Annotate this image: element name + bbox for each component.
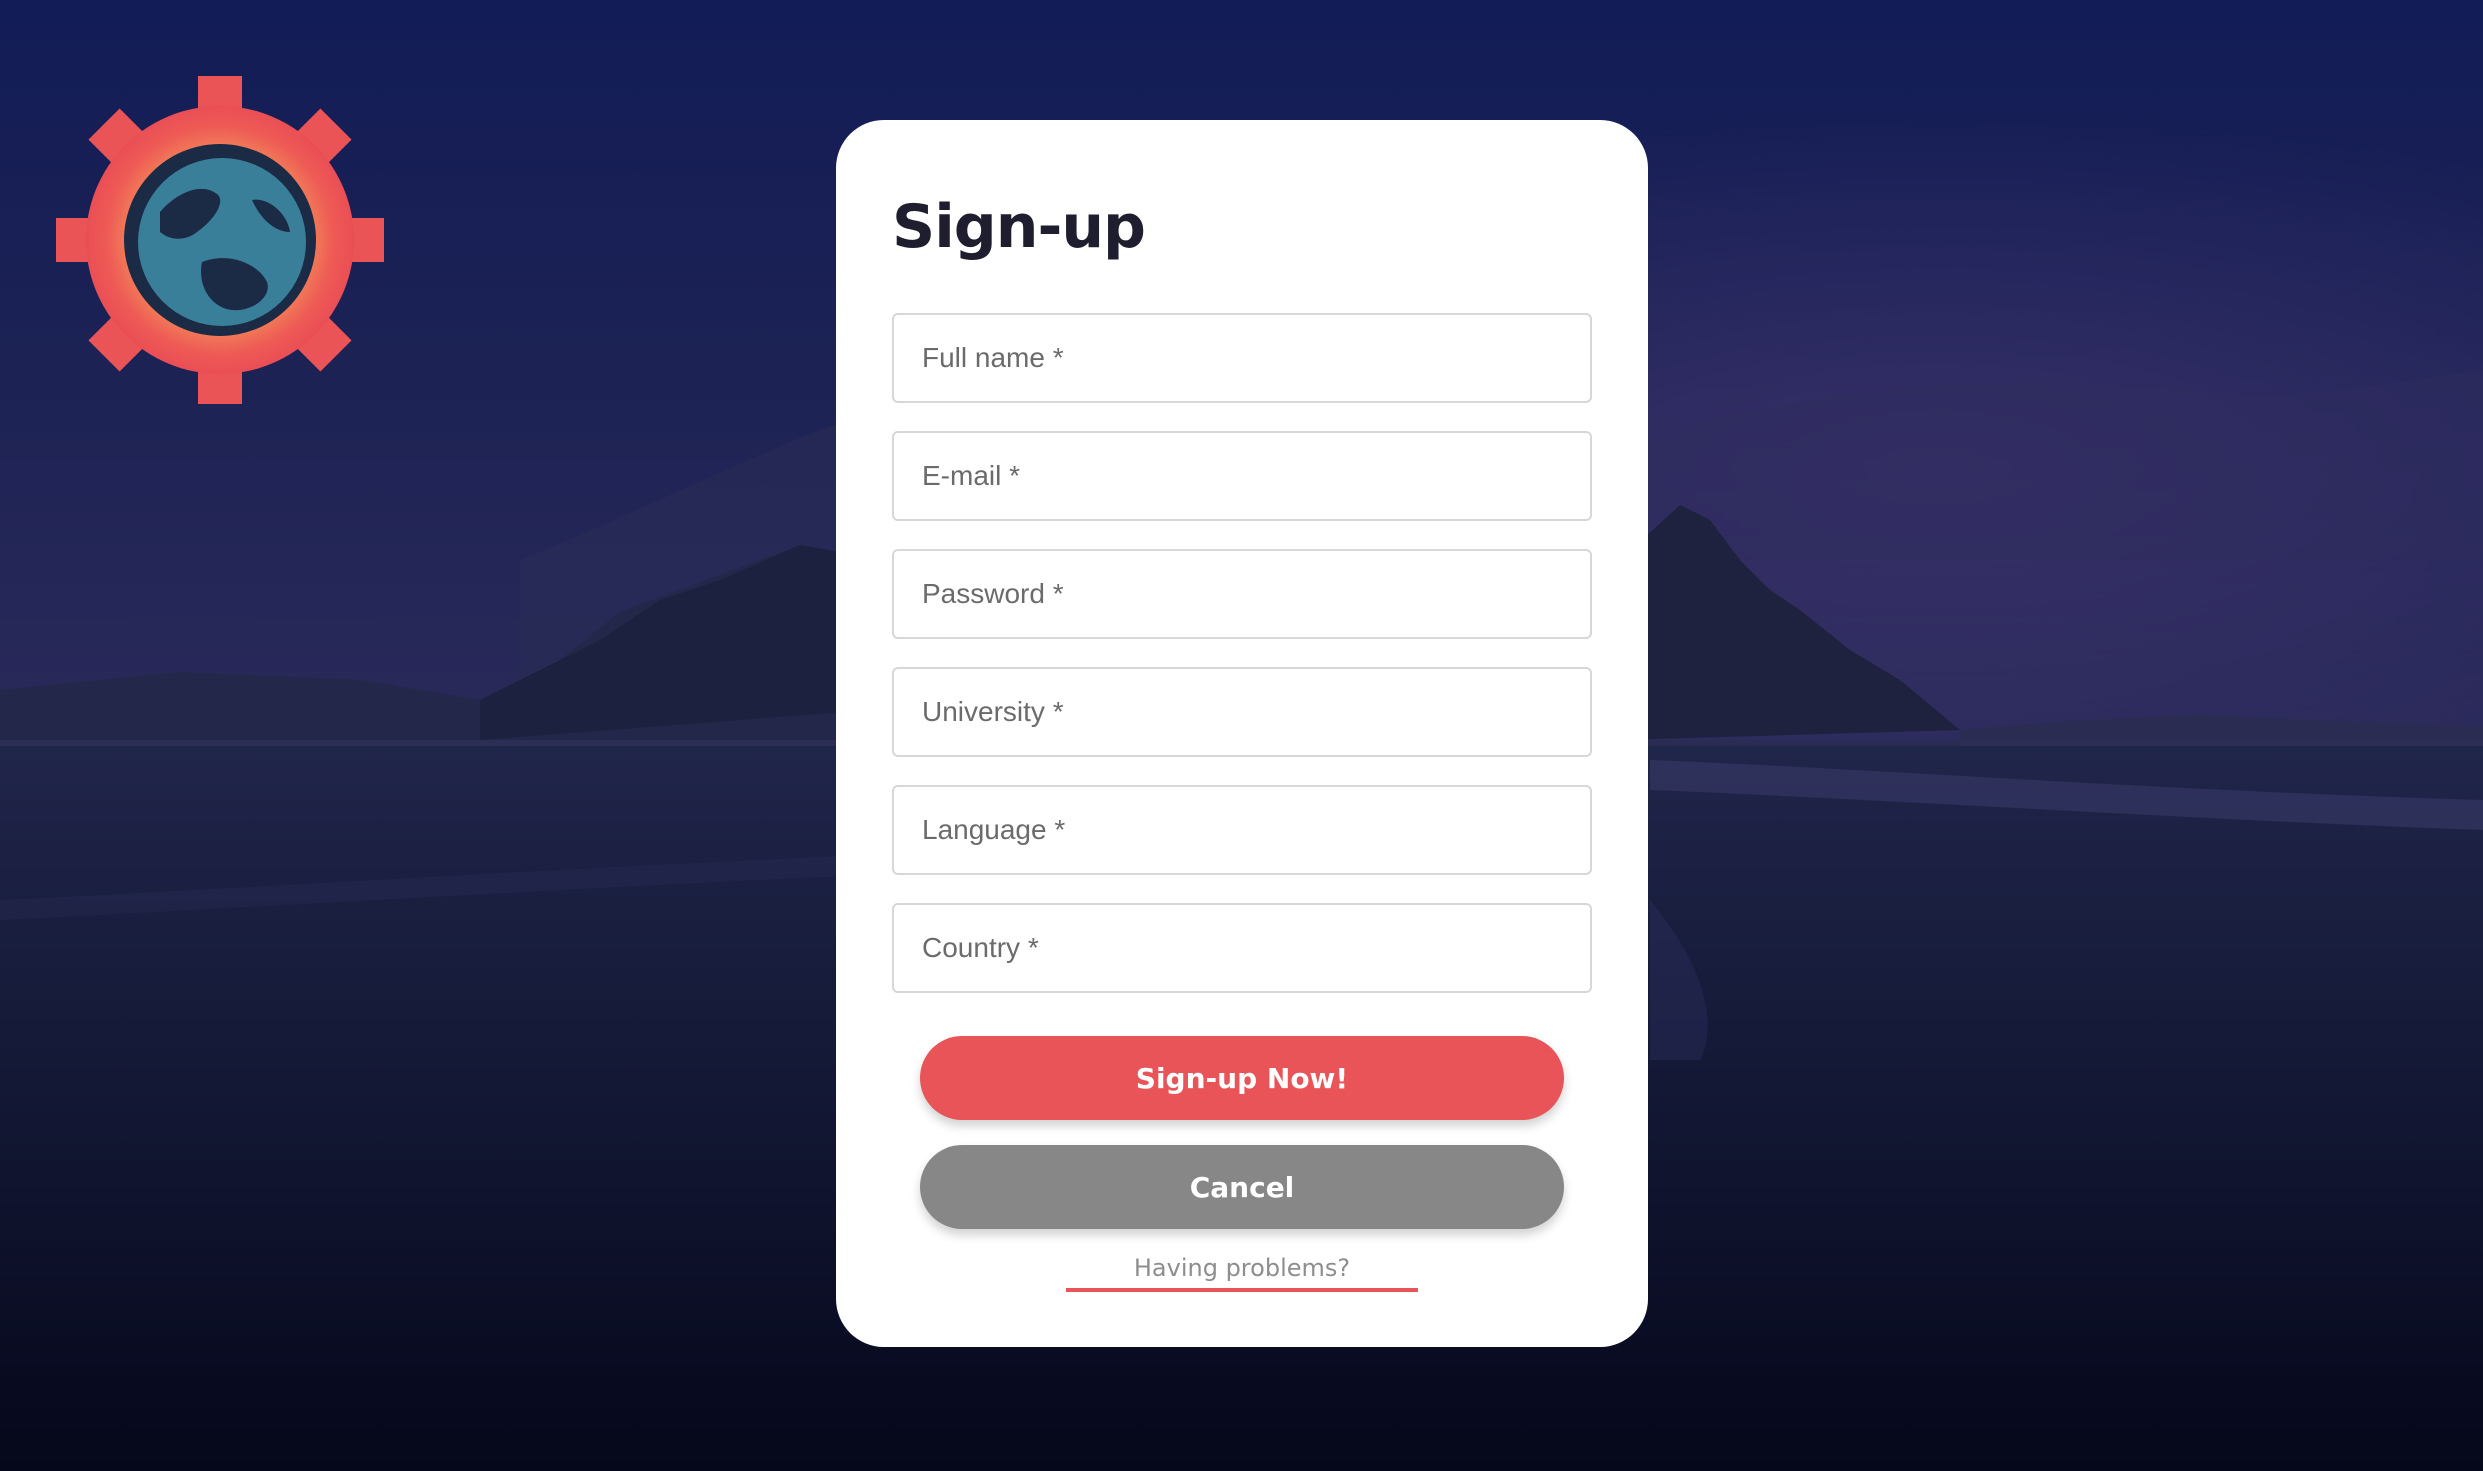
help-link[interactable]: Having problems? bbox=[1066, 1254, 1418, 1292]
page-title: Sign-up bbox=[892, 192, 1146, 262]
email-field[interactable] bbox=[892, 431, 1592, 521]
full-name-field[interactable] bbox=[892, 313, 1592, 403]
university-field[interactable] bbox=[892, 667, 1592, 757]
gear-globe-logo-icon bbox=[56, 76, 384, 404]
signup-submit-button[interactable]: Sign-up Now! bbox=[920, 1036, 1564, 1120]
cancel-button[interactable]: Cancel bbox=[920, 1145, 1564, 1229]
password-field[interactable] bbox=[892, 549, 1592, 639]
country-field[interactable] bbox=[892, 903, 1592, 993]
signup-card: Sign-up Sign-up Now! Cancel Having probl… bbox=[836, 120, 1648, 1347]
language-field[interactable] bbox=[892, 785, 1592, 875]
